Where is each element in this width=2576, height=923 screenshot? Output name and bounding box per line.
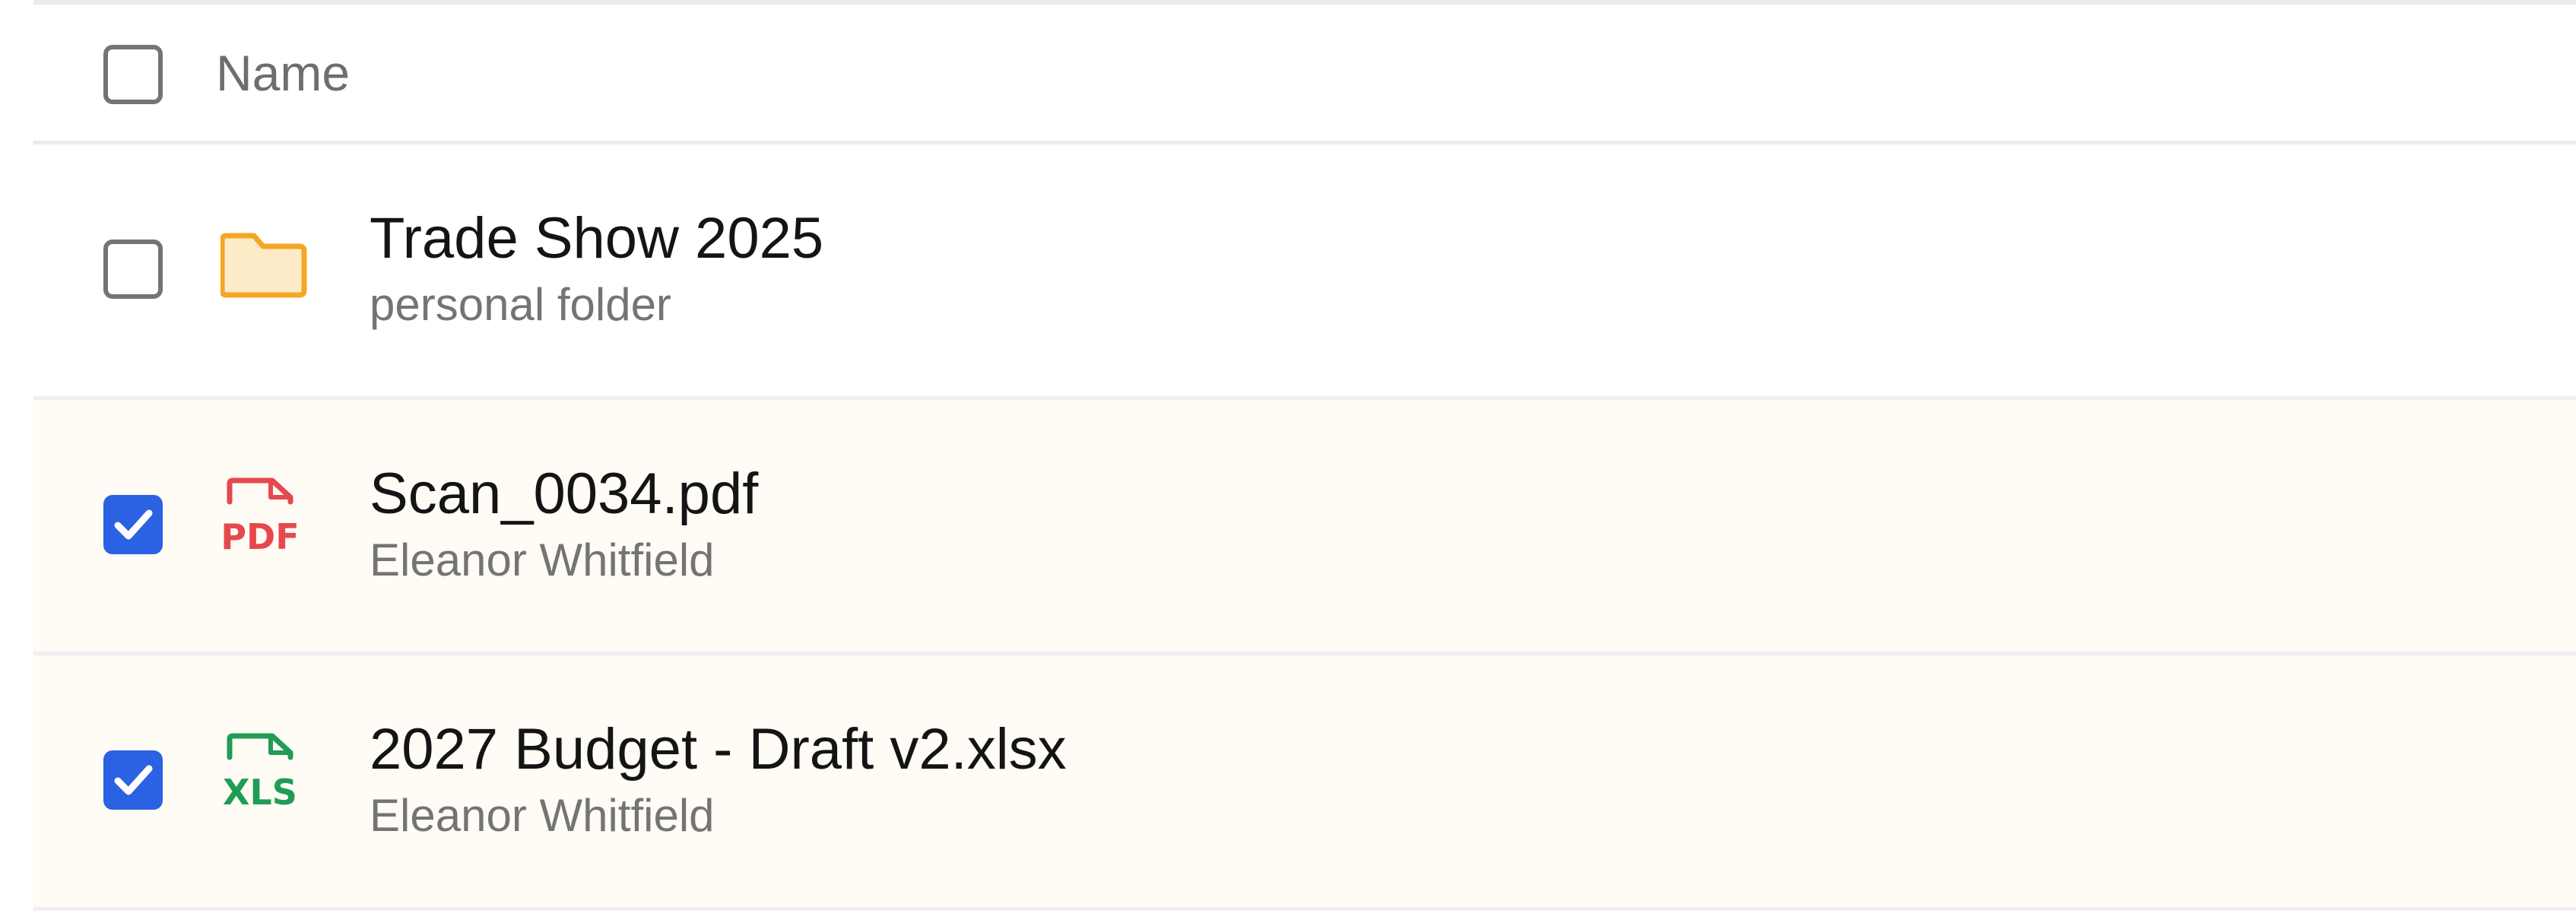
svg-text:PDF: PDF [220, 516, 299, 557]
table-row[interactable]: XLS 2027 Budget - Draft v2.xlsx Eleanor … [33, 655, 2576, 911]
file-owner: Eleanor Whitfield [370, 534, 715, 585]
row-checkbox[interactable] [103, 750, 163, 810]
file-name[interactable]: Trade Show 2025 [370, 204, 823, 274]
select-all-checkbox[interactable] [103, 45, 163, 104]
file-name[interactable]: Scan_0034.pdf [370, 459, 758, 529]
folder-icon [220, 233, 307, 298]
row-checkbox[interactable] [103, 239, 163, 299]
row-checkbox[interactable] [103, 495, 163, 554]
file-name[interactable]: 2027 Budget - Draft v2.xlsx [370, 715, 1067, 785]
xls-file-icon: XLS [223, 733, 297, 813]
file-owner: personal folder [370, 279, 671, 330]
table-header-row: Name [33, 5, 2576, 144]
file-list-table: Name Trade Show 2025 personal folder PDF… [33, 0, 2576, 923]
checkmark-icon [114, 509, 153, 540]
pdf-file-icon: PDF [220, 477, 300, 557]
checkmark-icon [114, 765, 153, 795]
table-row[interactable]: Trade Show 2025 personal folder [33, 144, 2576, 400]
svg-text:XLS: XLS [223, 772, 297, 813]
table-row[interactable]: PDF Scan_0034.pdf Eleanor Whitfield [33, 400, 2576, 655]
name-column-header[interactable]: Name [216, 43, 350, 103]
file-owner: Eleanor Whitfield [370, 790, 715, 841]
